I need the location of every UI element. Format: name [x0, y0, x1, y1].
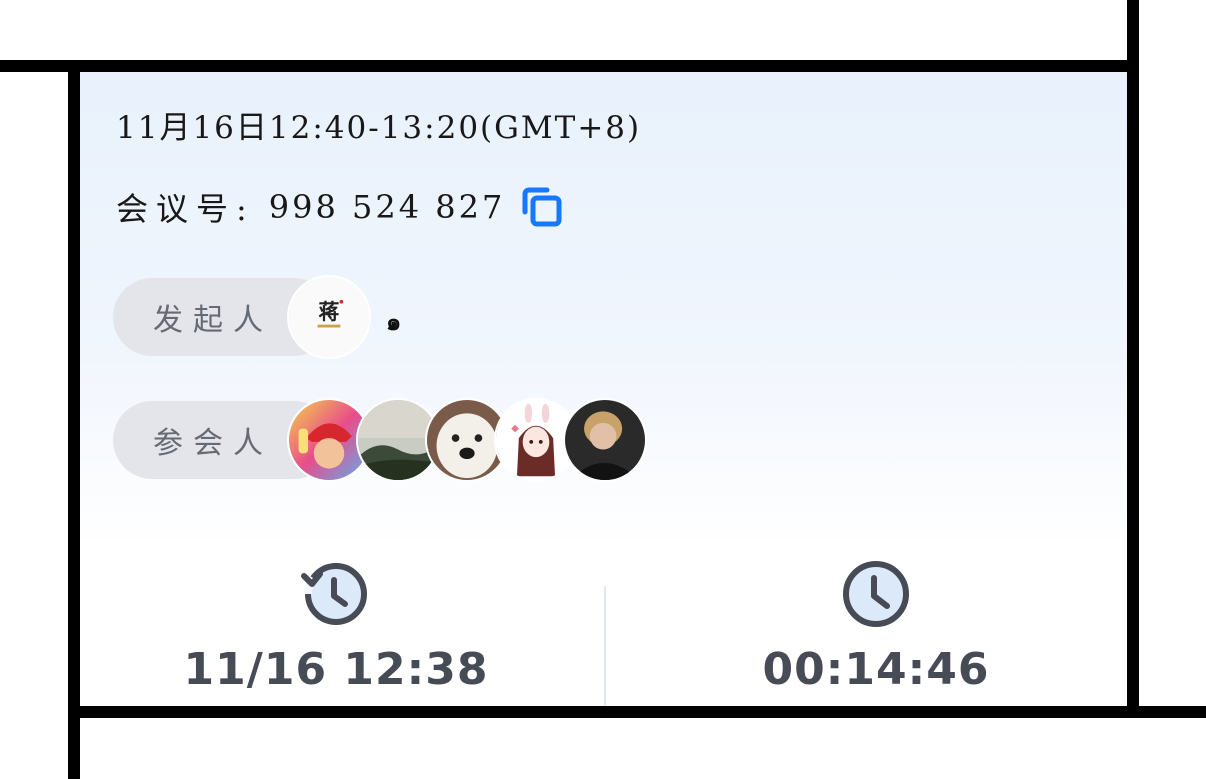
host-avatar[interactable]: 蒋: [287, 275, 371, 359]
meeting-number-label: 会议号:: [116, 190, 255, 228]
stat-divider: [604, 586, 606, 706]
attendee-row: 参会人: [113, 398, 647, 482]
frame-line-top: [0, 60, 1138, 72]
meeting-detail-card: 11月16日12:40-13:20(GMT+8) 会议号: 998 524 82…: [80, 72, 1127, 706]
clock-icon: [843, 561, 909, 627]
host-avatar-group: 蒋: [287, 275, 371, 359]
meeting-number-row: 会议号: 998 524 827: [116, 184, 563, 230]
duration-stat: 00:14:46: [676, 556, 1076, 695]
start-time-stat: 11/16 12:38: [136, 556, 536, 695]
history-clock-icon: [301, 563, 367, 625]
attendee-avatar[interactable]: [563, 398, 647, 482]
host-name: ๑: [386, 307, 402, 336]
frame-line-left: [68, 60, 80, 779]
start-time-value: 11/16 12:38: [183, 644, 489, 695]
attendee-avatar-group[interactable]: [287, 398, 647, 482]
meeting-number-value[interactable]: 998 524 827: [269, 188, 506, 226]
duration-value: 00:14:46: [762, 644, 990, 695]
meeting-time-range: 11月16日12:40-13:20(GMT+8): [116, 110, 642, 146]
frame-line-bottom: [68, 706, 1206, 718]
copy-icon[interactable]: [521, 186, 563, 228]
host-avatar-logo-text: 蒋: [319, 299, 340, 324]
host-row: 发起人 蒋 ๑: [113, 275, 402, 359]
frame-line-right: [1127, 0, 1139, 718]
